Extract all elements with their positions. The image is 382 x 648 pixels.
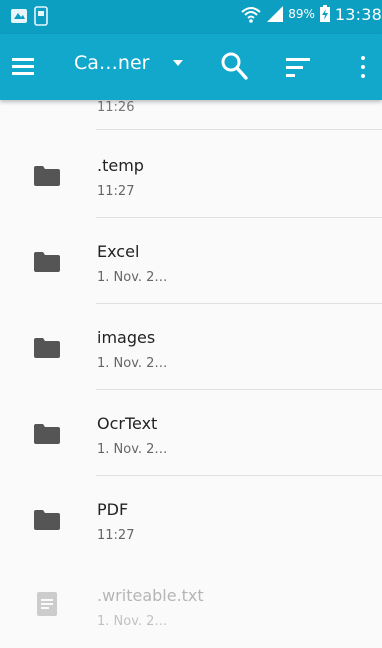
list-item-name: Excel — [97, 242, 140, 261]
signal-icon — [267, 6, 284, 22]
more-vert-icon-dot — [361, 74, 365, 78]
battery-percent: 89% — [288, 7, 315, 21]
search-button[interactable] — [220, 51, 248, 81]
sort-icon-line — [286, 74, 295, 77]
list-item-subtitle: 1. Nov. 2… — [97, 614, 168, 629]
file-icon — [37, 592, 57, 616]
list-item-writeable-txt[interactable]: .writeable.txt 1. Nov. 2… — [0, 562, 382, 648]
list-item-name: PDF — [97, 500, 129, 519]
list-item-subtitle: 1. Nov. 2… — [97, 356, 168, 371]
list-item-subtitle: 1. Nov. 2… — [97, 270, 168, 285]
search-icon — [221, 52, 248, 80]
more-options-button[interactable] — [356, 54, 368, 80]
menu-icon — [12, 58, 34, 61]
folder-icon — [34, 424, 60, 444]
more-vert-icon-dot — [361, 65, 365, 69]
folder-icon — [34, 166, 60, 186]
menu-button[interactable] — [12, 53, 38, 81]
list-item-temp[interactable]: .temp 11:27 — [0, 132, 382, 218]
list-item-ocrtext[interactable]: OcrText 1. Nov. 2… — [0, 390, 382, 476]
folder-icon — [34, 510, 60, 530]
list-item-partial[interactable]: 11:26 — [0, 100, 382, 130]
clock-time: 13:38 — [334, 4, 382, 24]
list-divider — [96, 129, 382, 130]
list-item-subtitle: 11:27 — [97, 528, 135, 543]
menu-icon-line — [12, 72, 34, 75]
app-bar: Ca…ner — [0, 34, 382, 100]
status-bar: 89% 13:38 — [0, 0, 382, 34]
sort-button[interactable] — [286, 56, 312, 78]
list-item-pdf[interactable]: PDF 11:27 — [0, 476, 382, 562]
list-item-excel[interactable]: Excel 1. Nov. 2… — [0, 218, 382, 304]
status-bar-right: 89% 13:38 — [240, 4, 382, 24]
battery-charging-icon — [319, 5, 330, 22]
list-item-name: .temp — [97, 156, 144, 175]
list-item-subtitle: 11:26 — [97, 100, 135, 115]
sort-icon — [286, 58, 310, 61]
notification-icon — [11, 9, 27, 23]
list-item-images[interactable]: images 1. Nov. 2… — [0, 304, 382, 390]
list-item-subtitle: 1. Nov. 2… — [97, 442, 168, 457]
more-vert-icon — [361, 56, 365, 60]
dropdown-arrow-icon — [173, 60, 184, 66]
list-item-name: .writeable.txt — [97, 586, 204, 605]
sort-icon-line — [286, 66, 303, 69]
folder-icon — [34, 338, 60, 358]
folder-icon — [34, 252, 60, 272]
notification-icon-2 — [34, 6, 48, 26]
list-item-name: images — [97, 328, 156, 347]
list-item-name: OcrText — [97, 414, 158, 433]
app-bar-title: Ca…ner — [74, 52, 150, 74]
wifi-icon — [241, 7, 261, 23]
list-item-subtitle: 11:27 — [97, 184, 135, 199]
status-bar-left — [10, 6, 48, 26]
menu-icon-line — [12, 65, 34, 68]
folder-dropdown[interactable]: Ca…ner — [74, 52, 184, 74]
